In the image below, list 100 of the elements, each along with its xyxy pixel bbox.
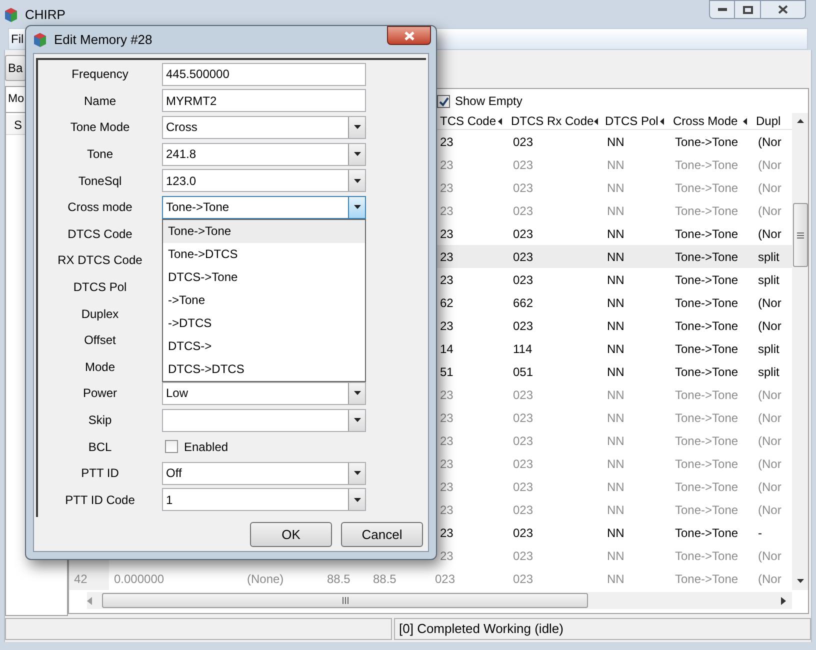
table-cell-text: 23	[439, 432, 454, 450]
table-cell-text: 023	[512, 202, 534, 220]
table-cell-text: Tone->Tone	[674, 548, 740, 564]
table-cell: 42	[69, 567, 109, 590]
table-cell-text: (Nor	[757, 294, 782, 312]
dialog-title: Edit Memory #28	[54, 30, 152, 49]
field-label: DTCS Pol	[73, 279, 127, 296]
table-cell-text: 23	[439, 272, 454, 288]
table-cell-text: split	[757, 272, 780, 288]
table-cell-text: Tone->Tone	[674, 386, 740, 404]
table-cell-text: 23	[439, 456, 454, 472]
table-cell-text: 662	[512, 294, 534, 312]
table-cell-text: 023	[512, 226, 534, 242]
table-cell-text: 023	[512, 478, 534, 496]
table-cell-text: 023	[512, 524, 534, 542]
table-cell-text: 023	[512, 410, 534, 426]
table-cell-text: Tone->Tone	[674, 502, 740, 518]
table-cell-text: Tone->Tone	[674, 272, 740, 288]
table-cell-text: 023	[512, 134, 534, 150]
window-title: CHIRP	[25, 6, 66, 24]
table-cell-text: Tone->Tone	[674, 524, 740, 542]
table-cell-text: NN	[606, 340, 626, 358]
table-cell-text: (Nor	[757, 134, 782, 150]
table-cell-text: 23	[439, 318, 454, 334]
table-cell-text: 023	[512, 548, 534, 564]
table-cell-text: 23	[439, 410, 454, 426]
table-cell-text: Tone->Tone	[674, 478, 740, 496]
table-cell-text: NN	[606, 570, 626, 588]
field-label: ToneSql	[78, 172, 122, 190]
table-cell-text: NN	[606, 134, 626, 150]
table-cell-text: NN	[606, 410, 626, 426]
table-cell-text: split	[757, 364, 780, 380]
table-cell-text: NN	[606, 294, 626, 312]
table-cell-text: 023	[512, 456, 534, 472]
table-cell-text: 23	[439, 248, 454, 266]
table-cell-text: NN	[606, 478, 626, 496]
table-cell-text: 23	[439, 134, 454, 150]
table-cell-text: 023	[512, 248, 534, 266]
table-cell-text: split	[757, 340, 780, 358]
field-label: Cross mode	[68, 199, 132, 216]
table-cell-text: 023	[512, 502, 534, 518]
table-cell-text: (Nor	[757, 456, 782, 472]
table-cell-text: 23	[439, 156, 454, 174]
table-cell-text: -	[757, 524, 763, 542]
table-cell-text: 23	[439, 524, 454, 542]
table-cell-text: NN	[606, 456, 626, 472]
table-cell-text: Tone->Tone	[674, 456, 740, 472]
table-cell-text: NN	[606, 180, 626, 196]
table-cell-text: (Nor	[757, 548, 782, 564]
field-label: Frequency	[72, 66, 128, 84]
table-cell-text: 14	[439, 340, 454, 358]
table-cell-text: (Nor	[757, 478, 782, 496]
table-cell-text: 0.000000	[113, 570, 166, 588]
table-cell-text: Tone->Tone	[674, 202, 740, 220]
table-cell-text: (Nor	[757, 502, 782, 518]
table-cell-text: Tone->Tone	[674, 318, 740, 334]
table-cell-text: split	[757, 248, 780, 266]
table-cell-text: 023	[512, 386, 534, 404]
table-cell-text: NN	[606, 548, 626, 564]
table-cell-text: 023	[512, 272, 534, 288]
table-cell-text: 88.5	[326, 570, 352, 588]
table-cell-text: 023	[512, 432, 534, 450]
table-cell-text: (Nor	[757, 318, 782, 334]
table-cell-text: 23	[439, 202, 454, 220]
field-label: Tone Mode	[70, 119, 130, 136]
table-cell-text: Tone->Tone	[674, 226, 740, 242]
table-cell-text: Tone->Tone	[674, 294, 740, 312]
table-cell-text: NN	[606, 524, 626, 542]
table-cell-text: 051	[512, 364, 534, 380]
table-cell-text: 88.5	[372, 570, 398, 588]
status-text: [0] Completed Working (idle)	[394, 618, 811, 640]
table-cell-text: (Nor	[757, 226, 782, 242]
table-cell-text: NN	[606, 156, 626, 174]
table-cell-text: Tone->Tone	[674, 156, 740, 174]
table-cell-text: Tone->Tone	[674, 570, 740, 588]
field-label: Skip	[88, 412, 112, 430]
table-cell-text: Tone->Tone	[674, 410, 740, 426]
table-cell-text: 23	[439, 502, 454, 518]
table-cell-text: (Nor	[757, 386, 782, 404]
table-cell-text: (Nor	[757, 202, 782, 220]
field-label: Name	[84, 92, 116, 110]
table-cell-text: NN	[606, 386, 626, 404]
field-label: Mode	[84, 358, 116, 376]
table-cell-text: NN	[606, 226, 626, 242]
table-cell-text: NN	[606, 318, 626, 334]
table-cell-text: 023	[512, 180, 534, 196]
table-cell-text: 114	[512, 340, 534, 358]
field-label: Offset	[84, 332, 116, 350]
table-cell-text: NN	[606, 502, 626, 518]
table-cell-text: (Nor	[757, 156, 782, 174]
table-cell-text: 23	[439, 478, 454, 496]
checkbox-label: Enabled	[184, 438, 228, 456]
table-cell-text: 023	[512, 570, 534, 588]
table-cell-text: (None)	[246, 570, 285, 588]
table-cell-text: 23	[439, 180, 454, 196]
table-cell-text: NN	[606, 272, 626, 288]
field-label: Power	[82, 385, 117, 402]
table-cell-text: (Nor	[757, 570, 782, 588]
table-cell-text: 023	[512, 318, 534, 334]
table-cell-text: (Nor	[757, 410, 782, 426]
